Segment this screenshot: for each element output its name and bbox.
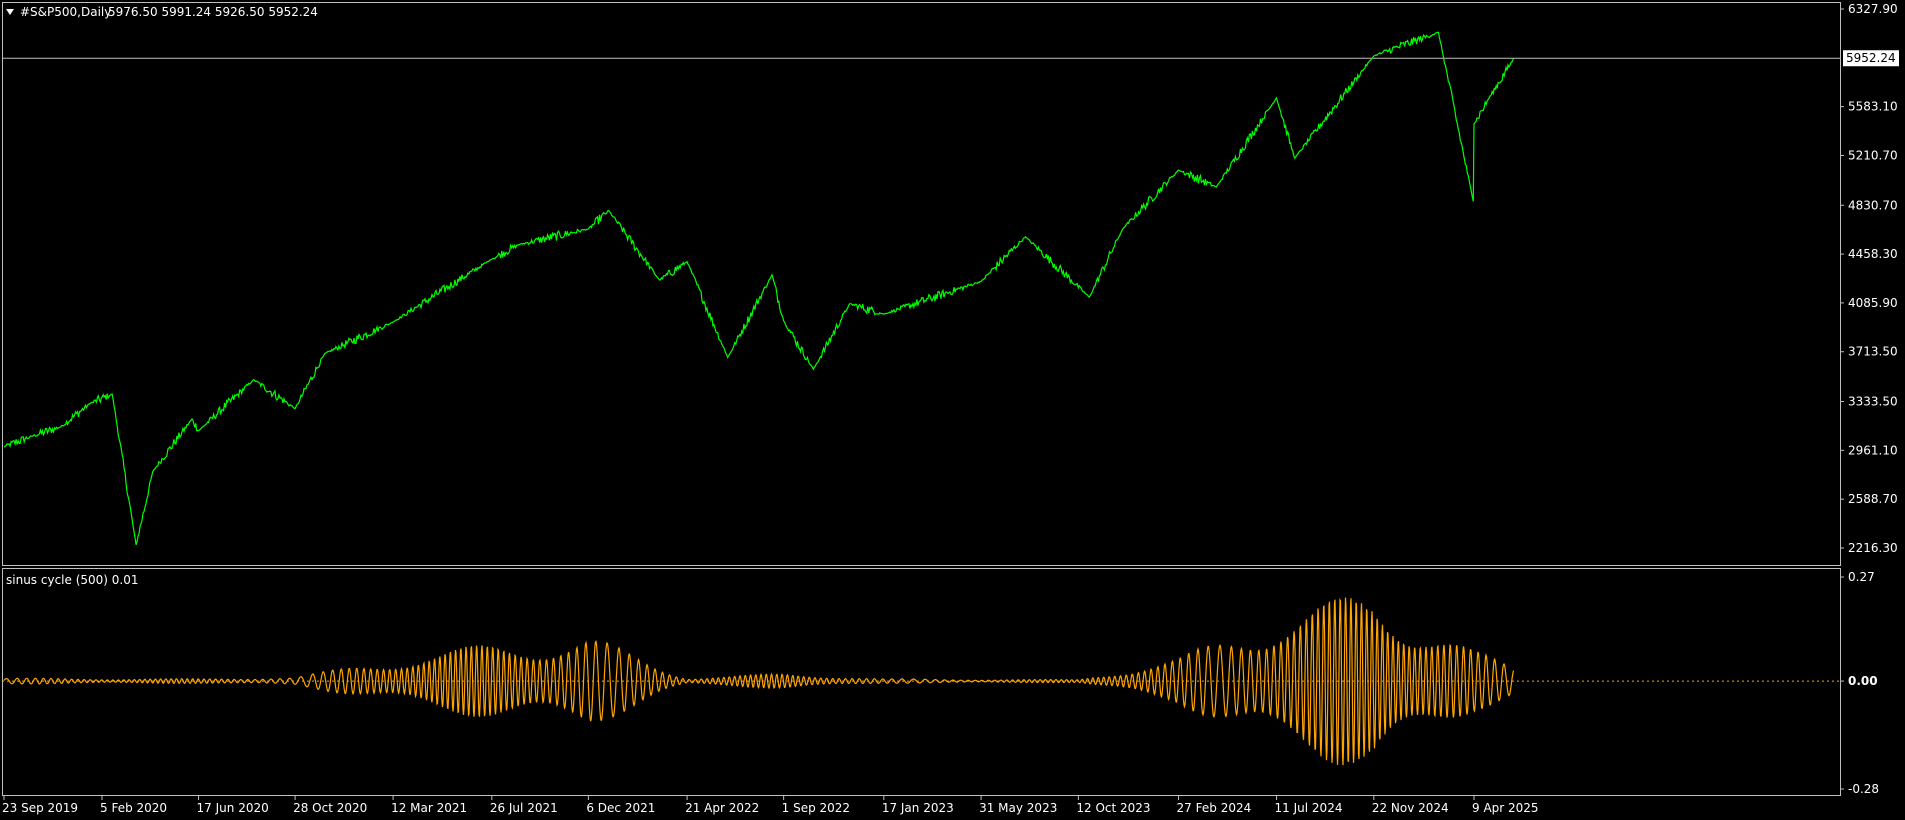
- price-axis: 6327.90 5952.24 5583.10 5210.70 4830.70 4458.…: [2, 2, 1899, 555]
- price-tick-label: 6327.90: [1848, 2, 1898, 16]
- indicator-tick-label: -0.28: [1848, 782, 1879, 796]
- time-tick-label: 23 Sep 2019: [2, 801, 78, 815]
- price-pane: [2, 2, 1841, 566]
- price-tick-label: 3333.50: [1848, 395, 1898, 409]
- chart-canvas: #S&P500,Daily 5976.50 5991.24 5926.50 59…: [2, 2, 1899, 815]
- time-tick-label: 17 Jun 2020: [197, 801, 269, 815]
- indicator-tick-label: 0.00: [1848, 674, 1878, 688]
- time-tick-label: 6 Dec 2021: [586, 801, 655, 815]
- symbol-label: #S&P500,Daily: [20, 5, 111, 19]
- price-tick-label: 2961.10: [1848, 443, 1898, 457]
- time-tick-label: 28 Oct 2020: [293, 801, 367, 815]
- indicator-label: sinus cycle (500) 0.01: [6, 573, 139, 587]
- last-price-label: 5952.24: [1846, 51, 1896, 65]
- price-tick-label: 5583.10: [1848, 100, 1898, 114]
- time-tick-label: 5 Feb 2020: [100, 801, 167, 815]
- price-tick-label: 5210.70: [1848, 148, 1898, 162]
- price-tick-label: 4085.90: [1848, 296, 1898, 310]
- price-tick-label: 2216.30: [1848, 541, 1898, 555]
- price-tick-label: 4458.30: [1848, 247, 1898, 261]
- indicator-tick-label: 0.27: [1848, 570, 1875, 584]
- price-plot: [3, 31, 1515, 546]
- time-tick-label: 27 Feb 2024: [1177, 801, 1252, 815]
- time-axis: 23 Sep 2019 5 Feb 2020 17 Jun 2020 28 Oct 2…: [2, 796, 1539, 815]
- time-tick-label: 26 Jul 2021: [490, 801, 558, 815]
- time-tick-label: 11 Jul 2024: [1275, 801, 1343, 815]
- ohlc-values: 5976.50 5991.24 5926.50 5952.24: [108, 5, 318, 19]
- time-tick-label: 1 Sep 2022: [782, 801, 850, 815]
- time-tick-label: 12 Oct 2023: [1076, 801, 1150, 815]
- time-tick-label: 17 Jan 2023: [882, 801, 954, 815]
- time-tick-label: 12 Mar 2021: [391, 801, 467, 815]
- collapse-triangle-icon[interactable]: [6, 9, 14, 15]
- time-tick-label: 22 Nov 2024: [1372, 801, 1449, 815]
- time-tick-label: 9 Apr 2025: [1472, 801, 1539, 815]
- price-tick-label: 2588.70: [1848, 492, 1898, 506]
- time-tick-label: 21 Apr 2022: [685, 801, 759, 815]
- time-tick-label: 31 May 2023: [979, 801, 1057, 815]
- price-series-line: [3, 31, 1515, 546]
- price-tick-label: 3713.50: [1848, 345, 1898, 359]
- price-tick-label: 4830.70: [1848, 198, 1898, 212]
